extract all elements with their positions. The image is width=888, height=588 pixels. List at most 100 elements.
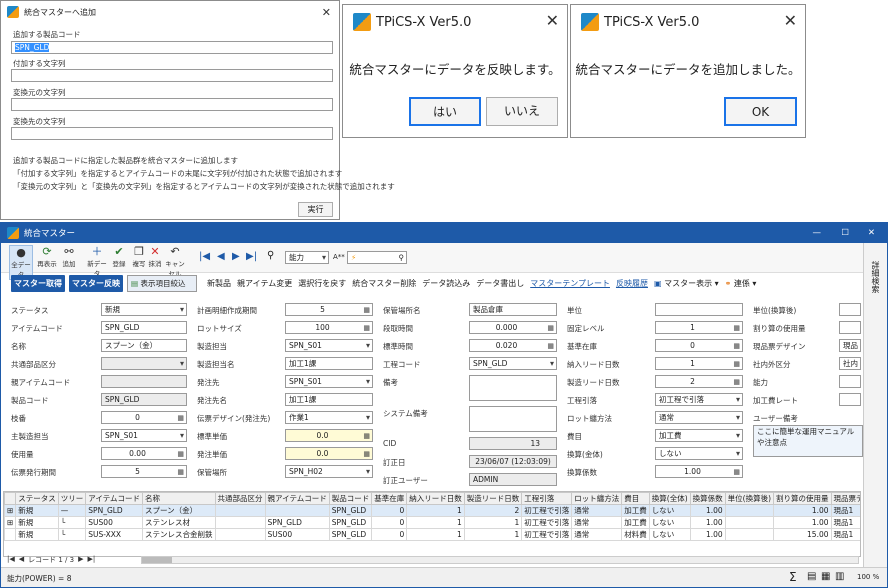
field-input[interactable]: 1.00 ▦	[655, 465, 743, 478]
nav-last-icon[interactable]: ▶|	[246, 251, 257, 262]
table-cell[interactable]: ステンレス材	[142, 516, 216, 529]
menu-master-display[interactable]: ▣ マスター表示 ▾	[654, 278, 719, 289]
find-field-select[interactable]: 能力	[285, 251, 329, 264]
menu-export[interactable]: データ書出し	[476, 278, 524, 289]
yes-button[interactable]: はい	[409, 97, 481, 126]
grid-header-cell[interactable]: 単位(換算後)	[724, 492, 775, 505]
grid-header-cell[interactable]: 費目	[621, 492, 650, 505]
field-input[interactable]: 1 ▦	[655, 357, 743, 370]
table-cell[interactable]: 通常	[571, 504, 623, 517]
table-cell[interactable]: しない	[648, 516, 691, 529]
field-input[interactable]: 現品	[839, 339, 861, 352]
code-input[interactable]: SPN_GLD	[11, 41, 333, 54]
field-input[interactable]: 0.000 ▦	[469, 321, 557, 334]
cancel-button[interactable]: ↶ キャンセル	[163, 245, 187, 278]
table-cell[interactable]: 新規	[15, 516, 59, 529]
field-input[interactable]: 2 ▦	[655, 375, 743, 388]
minimize-icon[interactable]: —	[813, 228, 822, 238]
menu-delete-master[interactable]: 統合マスター削除	[352, 278, 416, 289]
field-input[interactable]: SPN_S01	[285, 375, 373, 388]
nav-next-icon[interactable]: ▶	[78, 555, 83, 565]
field-input[interactable]: 100 ▦	[285, 321, 373, 334]
table-cell[interactable]: ⊞	[4, 504, 17, 517]
calculator-icon[interactable]: ▦	[177, 449, 184, 459]
table-cell[interactable]: 現品1	[830, 528, 860, 541]
field-input[interactable]	[839, 375, 861, 388]
field-input[interactable]: 社内	[839, 357, 861, 370]
run-button[interactable]: 実行	[298, 202, 333, 217]
table-cell[interactable]: SUS00	[264, 528, 330, 541]
grid-header-cell[interactable]: 工程引落	[521, 492, 573, 505]
ok-button[interactable]: OK	[724, 97, 797, 126]
table-cell[interactable]: 通常	[571, 528, 623, 541]
field-input[interactable]: 5 ▦	[101, 465, 187, 478]
table-cell[interactable]	[724, 516, 775, 529]
table-cell[interactable]: └	[57, 516, 87, 529]
table-cell[interactable]: SPN_GLD	[328, 528, 373, 541]
table-cell[interactable]: 1	[406, 516, 465, 529]
field-input[interactable]	[469, 375, 557, 401]
table-cell[interactable]: ステンレス合金削鉄	[142, 528, 216, 541]
binoculars-icon[interactable]: ⚲	[267, 250, 274, 261]
table-cell[interactable]: 現品1	[830, 516, 860, 529]
menu-import[interactable]: データ読込み	[422, 278, 470, 289]
menu-revert-row[interactable]: 選択行を戻す	[298, 278, 346, 289]
table-cell[interactable]: 加工費	[621, 504, 650, 517]
field-input[interactable]: ADMIN	[469, 473, 557, 486]
table-cell[interactable]: 1	[406, 528, 465, 541]
table-cell[interactable]	[724, 528, 775, 541]
grid-header-cell[interactable]: 現品票デザイン	[830, 492, 860, 505]
grid-header-cell[interactable]: 製造リード日数	[463, 492, 523, 505]
view-grid-icon[interactable]: ▥	[835, 571, 844, 582]
nav-next-icon[interactable]: ▶	[232, 251, 240, 262]
grid-header-cell[interactable]: 基準在庫	[371, 492, 408, 505]
menu-template[interactable]: マスターテンプレート	[530, 278, 610, 289]
grid-header-cell[interactable]: 割り算の使用量	[773, 492, 832, 505]
table-cell[interactable]: ⊞	[4, 516, 17, 529]
table-cell[interactable]: 初工程で引落	[521, 516, 573, 529]
to-input[interactable]	[11, 127, 333, 140]
detail-search-tab[interactable]: 詳細検索	[870, 261, 881, 293]
field-input[interactable]: SPN_S01	[285, 339, 373, 352]
table-cell[interactable]: 新規	[15, 528, 59, 541]
field-input[interactable]: 加工費	[655, 429, 743, 442]
master-get-button[interactable]: マスター取得	[11, 275, 65, 292]
nav-first-icon[interactable]: |◀	[7, 555, 15, 565]
close-icon[interactable]: ✕	[868, 228, 875, 238]
table-cell[interactable]: —	[57, 504, 87, 517]
table-cell[interactable]: しない	[648, 504, 691, 517]
field-input[interactable]: 加工1課	[285, 393, 373, 406]
horizontal-scrollbar[interactable]	[141, 556, 859, 564]
field-input[interactable]: 0.00 ▦	[101, 447, 187, 460]
field-input[interactable]: 初工程で引落	[655, 393, 743, 406]
menu-change-parent[interactable]: 親アイテム変更	[237, 278, 292, 289]
grid-header-cell[interactable]: 納入リード日数	[406, 492, 465, 505]
table-cell[interactable]: 初工程で引落	[521, 504, 573, 517]
table-cell[interactable]	[724, 504, 775, 517]
table-cell[interactable]: 1.00	[773, 516, 832, 529]
calculator-icon[interactable]: ▦	[177, 467, 184, 477]
field-input[interactable]	[839, 393, 861, 406]
table-cell[interactable]: 15.00	[773, 528, 832, 541]
grid-header-cell[interactable]: 換算係数	[689, 492, 726, 505]
field-input[interactable]: 5 ▦	[285, 303, 373, 316]
field-input[interactable]: 新規	[101, 303, 187, 316]
table-row[interactable]: 新規 └ SUS-XXX ステンレス合金削鉄 SUS00 SPN_GLD 0 1 1 初工程で引落…	[4, 528, 860, 541]
table-cell[interactable]: しない	[648, 528, 691, 541]
find-input[interactable]: ⚡ ⚲	[347, 251, 407, 264]
table-cell[interactable]: 1	[463, 528, 523, 541]
menu-history[interactable]: 反映履歴	[616, 278, 648, 289]
sum-icon[interactable]: Σ	[789, 570, 797, 584]
search-icon[interactable]: ⚲	[399, 252, 405, 263]
table-row[interactable]: ⊞ 新規 — SPN_GLD スプーン（金） SPN_GLD 0 1 2 初工程で引落 通常 加工費し…	[4, 504, 860, 517]
reload-button[interactable]: ⟳ 再表示	[35, 245, 59, 268]
field-input[interactable]: SPN_H02	[285, 465, 373, 478]
table-cell[interactable]: 1.00	[773, 504, 832, 517]
close-icon[interactable]: ✕	[784, 11, 797, 30]
table-cell[interactable]: スプーン（金）	[142, 504, 216, 517]
table-cell[interactable]: 加工費	[621, 516, 650, 529]
table-cell[interactable]	[264, 504, 330, 517]
new-data-button[interactable]: ＋新データ	[85, 245, 109, 278]
table-cell[interactable]: 通常	[571, 516, 623, 529]
calculator-icon[interactable]: ▦	[733, 359, 740, 369]
